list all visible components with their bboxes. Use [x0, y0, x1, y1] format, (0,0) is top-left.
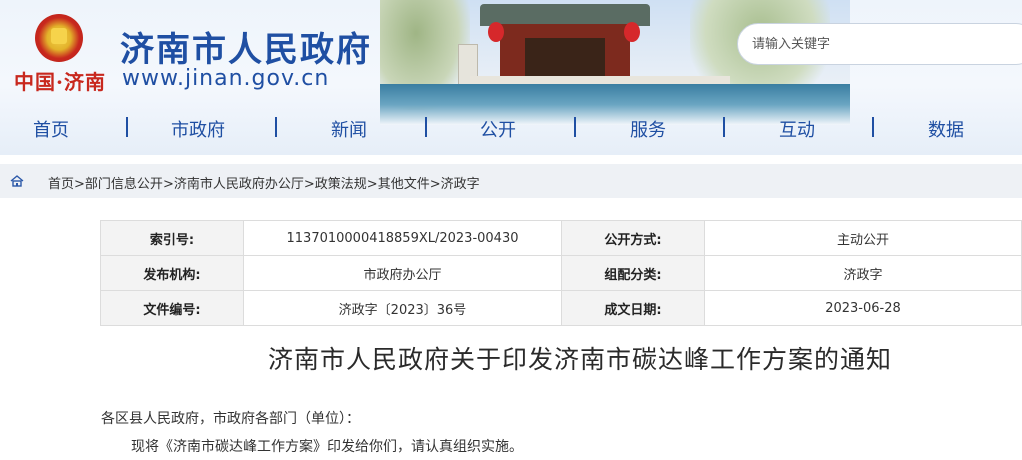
breadcrumb-other-files[interactable]: 其他文件	[378, 177, 430, 192]
nav-separator	[723, 117, 725, 137]
written-date-label: 成文日期:	[561, 290, 705, 326]
nav-separator	[872, 117, 874, 137]
open-mode-label: 公开方式:	[561, 220, 705, 256]
search-input[interactable]	[752, 34, 1012, 54]
category-label: 组配分类:	[561, 255, 705, 291]
nav-item-government[interactable]: 市政府	[171, 116, 225, 142]
table-row: 索引号: 1137010000418859XL/2023-00430 公开方式:…	[100, 220, 1022, 256]
breadcrumb-separator: >	[74, 177, 85, 192]
national-emblem-icon	[35, 14, 83, 62]
header: 中国·济南 济南市人民政府 www.jinan.gov.cn 首页 市政府 新闻…	[0, 0, 1022, 155]
nav-separator	[425, 117, 427, 137]
nav-item-news[interactable]: 新闻	[331, 116, 367, 142]
breadcrumb-policies[interactable]: 政策法规	[315, 177, 367, 192]
home-icon[interactable]	[10, 174, 24, 188]
written-date-value: 2023-06-28	[704, 290, 1022, 326]
nav-item-data[interactable]: 数据	[928, 116, 964, 142]
breadcrumb-home[interactable]: 首页	[48, 177, 74, 192]
document-number-label: 文件编号:	[100, 290, 244, 326]
document-metadata-table: 索引号: 1137010000418859XL/2023-00430 公开方式:…	[100, 220, 1022, 326]
document-number-value: 济政字〔2023〕36号	[243, 290, 562, 326]
main-nav: 首页 市政府 新闻 公开 服务 互动 数据	[0, 110, 1022, 146]
site-url[interactable]: www.jinan.gov.cn	[122, 66, 329, 91]
issuer-label: 发布机构:	[100, 255, 244, 291]
nav-separator	[574, 117, 576, 137]
logo-text: 中国·济南	[14, 70, 106, 94]
site-title[interactable]: 济南市人民政府	[120, 22, 372, 71]
category-value: 济政字	[704, 255, 1022, 291]
nav-item-interaction[interactable]: 互动	[779, 116, 815, 142]
article-body-paragraph: 现将《济南市碳达峰工作方案》印发给你们，请认真组织实施。	[131, 439, 523, 455]
nav-separator	[275, 117, 277, 137]
breadcrumb-department-info[interactable]: 部门信息公开	[85, 177, 163, 192]
breadcrumb-current[interactable]: 济政字	[441, 177, 480, 192]
breadcrumb-bar: 首页>部门信息公开>济南市人民政府办公厅>政策法规>其他文件>济政字	[0, 164, 1022, 198]
article-title: 济南市人民政府关于印发济南市碳达峰工作方案的通知	[267, 345, 892, 374]
breadcrumb-separator: >	[162, 177, 174, 192]
index-number-label: 索引号:	[100, 220, 244, 256]
nav-separator	[126, 117, 128, 137]
nav-item-home[interactable]: 首页	[33, 116, 69, 142]
open-mode-value: 主动公开	[704, 220, 1022, 256]
breadcrumb-separator: >	[366, 177, 378, 192]
breadcrumb: 首页>部门信息公开>济南市人民政府办公厅>政策法规>其他文件>济政字	[48, 173, 480, 192]
search-box[interactable]	[737, 23, 1022, 65]
article-salutation: 各区县人民政府，市政府各部门（单位）：	[101, 411, 360, 427]
index-number-value: 1137010000418859XL/2023-00430	[243, 220, 562, 256]
table-row: 发布机构: 市政府办公厅 组配分类: 济政字	[100, 255, 1022, 291]
breadcrumb-general-office[interactable]: 济南市人民政府办公厅	[174, 177, 304, 192]
nav-item-services[interactable]: 服务	[630, 116, 666, 142]
breadcrumb-separator: >	[429, 177, 441, 192]
table-row: 文件编号: 济政字〔2023〕36号 成文日期: 2023-06-28	[100, 290, 1022, 326]
issuer-value: 市政府办公厅	[243, 255, 562, 291]
nav-item-open[interactable]: 公开	[480, 116, 516, 142]
breadcrumb-separator: >	[303, 177, 315, 192]
